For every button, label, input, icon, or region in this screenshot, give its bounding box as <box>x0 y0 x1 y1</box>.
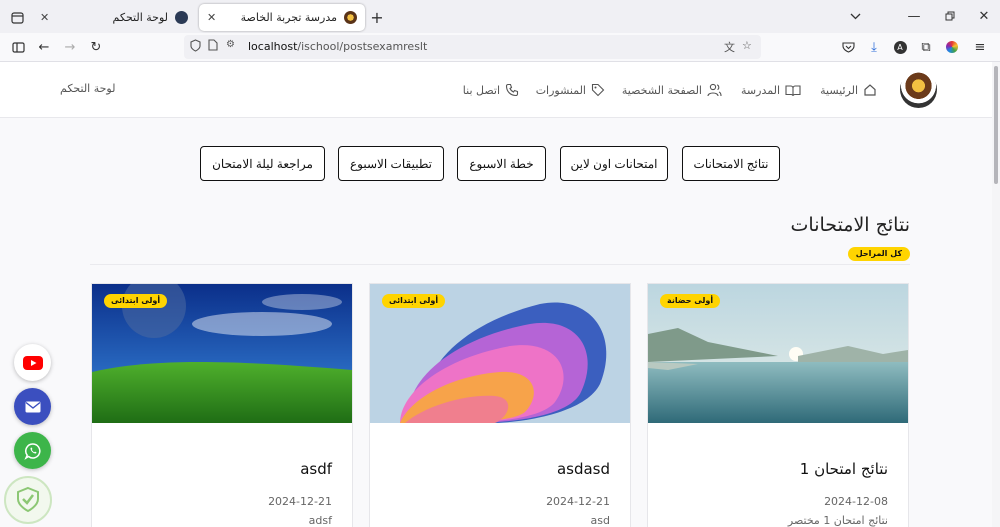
whatsapp-icon <box>23 442 41 460</box>
mail-icon <box>25 401 40 412</box>
scrollbar-thumb[interactable] <box>994 66 998 184</box>
url-text[interactable]: localhost/ischool/postsexamreslt <box>248 40 427 53</box>
nav-school[interactable]: المدرسة <box>741 81 801 99</box>
nav-posts[interactable]: المنشورات <box>536 81 605 99</box>
permissions-icon[interactable]: ⚙ <box>226 39 235 50</box>
category-weekly-plan-button[interactable]: خطة الاسبوع <box>457 146 546 181</box>
page-icon[interactable] <box>208 39 218 54</box>
divider <box>90 264 910 265</box>
back-icon[interactable]: ← <box>34 37 54 57</box>
bookmark-star-icon[interactable]: ☆ <box>742 39 752 52</box>
minimize-icon[interactable]: — <box>902 5 926 27</box>
card-title[interactable]: asdf <box>300 460 332 478</box>
account-icon[interactable]: A <box>890 37 910 57</box>
card-description: asd <box>590 514 610 527</box>
translate-icon[interactable]: 文 <box>724 39 735 55</box>
category-weekly-apps-button[interactable]: تطبيقات الاسبوع <box>338 146 444 181</box>
card-title[interactable]: asdasd <box>557 460 610 478</box>
stage-badge: أولى ابتدائى <box>382 294 446 308</box>
nav-home[interactable]: الرئيسية <box>820 81 877 99</box>
tag-icon <box>591 83 605 97</box>
shield-icon[interactable] <box>190 39 201 55</box>
section-title: نتائج الامتحانات <box>790 214 910 236</box>
tab-title: لوحة التحكم <box>112 11 168 24</box>
sidebar-toggle-icon[interactable] <box>8 37 28 57</box>
shield-check-icon <box>17 486 39 513</box>
stage-badge: أولى ابتدائى <box>104 294 168 308</box>
post-card[interactable]: أولى ابتدائى asdf 2024-12-21 adsf <box>91 283 353 527</box>
card-description: adsf <box>308 514 332 527</box>
restore-icon[interactable] <box>938 5 962 27</box>
extensions-icon[interactable]: ⧉ <box>916 37 936 57</box>
school-logo[interactable] <box>900 71 937 108</box>
book-icon <box>785 84 801 96</box>
tab-school[interactable]: ✕ مدرسة تجربة الخاصة <box>199 4 365 31</box>
post-card[interactable]: أولى ابتدائى asdasd 2024-12-21 asd <box>369 283 631 527</box>
gauge-favicon-icon <box>175 11 188 24</box>
card-date: 2024-12-21 <box>268 495 332 508</box>
post-card[interactable]: أولى حضانة نتائج امتحان 1 2024-12-08 نتا… <box>647 283 909 527</box>
youtube-button[interactable] <box>14 344 51 381</box>
card-title[interactable]: نتائج امتحان 1 <box>800 460 888 478</box>
users-icon <box>707 83 722 97</box>
home-icon <box>864 84 876 96</box>
close-tab-icon[interactable]: ✕ <box>207 11 216 24</box>
card-date: 2024-12-21 <box>546 495 610 508</box>
forward-icon[interactable]: → <box>60 37 80 57</box>
browser-tabstrip: ✕ لوحة التحكم ✕ مدرسة تجربة الخاصة + — ✕ <box>0 0 1000 33</box>
category-exam-review-button[interactable]: مراجعة ليلة الامتحان <box>200 146 325 181</box>
card-description: نتائج امتحان 1 مختصر <box>787 514 888 527</box>
tab-overview-icon[interactable] <box>6 6 28 28</box>
pocket-icon[interactable] <box>838 37 858 57</box>
close-window-icon[interactable]: ✕ <box>972 5 996 27</box>
whatsapp-button[interactable] <box>14 432 51 469</box>
stage-badge: أولى حضانة <box>660 294 721 308</box>
category-online-exams-button[interactable]: امتحانات اون لاين <box>560 146 668 181</box>
chevron-down-icon[interactable] <box>843 5 867 27</box>
verified-shield-badge[interactable] <box>4 476 52 524</box>
card-date: 2024-12-08 <box>824 495 888 508</box>
downloads-icon[interactable]: ⤓ <box>864 37 884 57</box>
menu-icon[interactable]: ≡ <box>970 37 990 57</box>
dashboard-link[interactable]: لوحة التحكم <box>60 82 115 95</box>
mail-button[interactable] <box>14 388 51 425</box>
reload-icon[interactable]: ↻ <box>86 37 106 57</box>
nav-profile[interactable]: الصفحة الشخصية <box>622 81 722 99</box>
new-tab-icon[interactable]: + <box>366 6 388 28</box>
address-bar[interactable]: ⚙ localhost/ischool/postsexamreslt 文 ☆ <box>184 35 761 59</box>
browser-navbar: ← → ↻ ⚙ localhost/ischool/postsexamreslt… <box>0 33 1000 62</box>
close-tab-icon[interactable]: ✕ <box>40 11 49 24</box>
phone-icon <box>505 83 519 97</box>
nav-contact[interactable]: اتصل بنا <box>463 81 519 99</box>
category-exam-results-button[interactable]: نتائج الامتحانات <box>682 146 780 181</box>
site-header: الرئيسية المدرسة الصفحة الشخصية المنشورا… <box>0 62 992 118</box>
color-extension-icon[interactable] <box>942 37 962 57</box>
stage-filter-badge[interactable]: كل المراحل <box>847 247 910 261</box>
youtube-icon <box>22 355 43 370</box>
page-scrollbar[interactable] <box>992 62 1000 527</box>
school-favicon-icon <box>344 11 357 24</box>
tab-dashboard[interactable]: ✕ لوحة التحكم <box>32 4 196 31</box>
tab-title: مدرسة تجربة الخاصة <box>240 11 337 24</box>
